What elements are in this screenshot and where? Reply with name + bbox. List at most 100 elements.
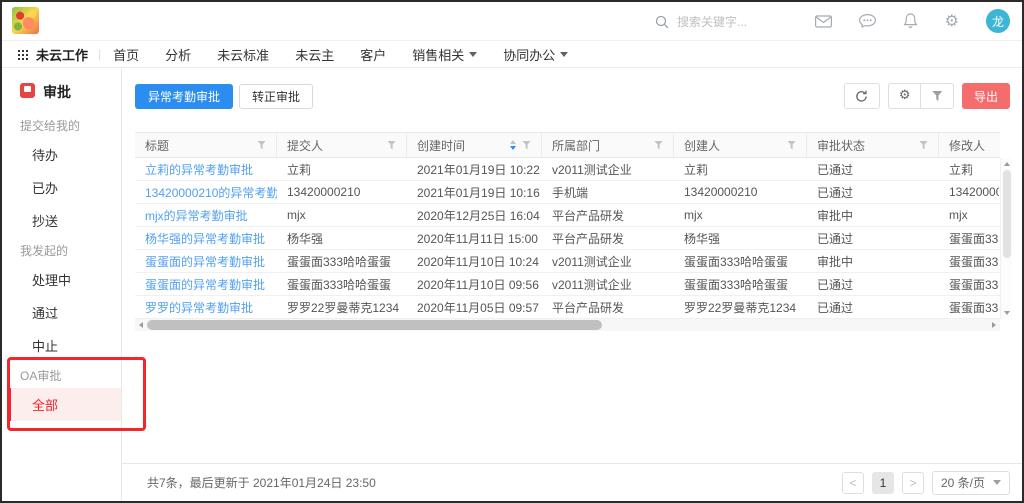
sidebar-item[interactable]: 已办 [8,171,121,204]
sidebar-item[interactable]: 通过 [8,296,121,329]
export-button[interactable]: 导出 [962,83,1010,109]
column-header-3[interactable]: 所属部门 [542,133,674,157]
table-cell: 蛋蛋面333哈哈蛋蛋 [674,250,807,272]
row-title-link[interactable]: 13420000210的异常考勤审批 [135,181,277,203]
table-row: 立莉的异常考勤审批立莉2021年01月19日 10:22v2011测试企业立莉已… [135,158,1000,181]
sidebar-item[interactable]: 处理中 [8,263,121,296]
row-title-link[interactable]: 杨华强的异常考勤审批 [135,227,277,249]
scroll-up-icon[interactable] [1001,158,1012,170]
table-cell: 杨华强 [674,227,807,249]
filter-icon[interactable] [787,141,796,150]
table-cell: 审批中 [807,250,939,272]
column-settings-icon[interactable]: ⚙ [889,84,921,108]
global-search[interactable]: 搜索关键字... [655,13,747,30]
funnel-icon [932,91,942,101]
tab-regularization[interactable]: 转正审批 [239,84,313,109]
table-cell: 蛋蛋面333哈哈 [939,250,999,272]
sidebar-item[interactable]: 待办 [8,138,121,171]
refresh-button[interactable] [844,83,880,109]
bell-icon[interactable] [903,13,918,29]
nav-item-4[interactable]: 客户 [360,45,386,64]
nav-item-3[interactable]: 未云主 [295,45,334,64]
scroll-left-icon[interactable] [135,319,147,331]
scroll-right-icon[interactable] [988,319,1000,331]
row-title-link[interactable]: 蛋蛋面的异常考勤审批 [135,273,277,295]
sidebar-item[interactable]: 抄送 [8,204,121,237]
avatar[interactable]: 龙 [986,9,1010,33]
tab-bar: 异常考勤审批 转正审批 [135,84,313,109]
row-title-link[interactable]: 罗罗的异常考勤审批 [135,296,277,318]
table-cell: 蛋蛋面333哈哈 [939,296,999,318]
app-launcher-icon[interactable] [18,50,20,52]
filter-icon[interactable] [387,141,396,150]
row-title-link[interactable]: 蛋蛋面的异常考勤审批 [135,250,277,272]
column-header-1[interactable]: 提交人 [277,133,407,157]
column-header-0[interactable]: 标题 [135,133,277,157]
tab-abnormal-attendance[interactable]: 异常考勤审批 [135,84,233,109]
row-title-link[interactable]: 立莉的异常考勤审批 [135,158,277,180]
toolbar: 异常考勤审批 转正审批 ⚙ 导出 [122,68,1022,109]
approval-icon [20,83,35,98]
filter-icon[interactable] [919,141,928,150]
chevron-down-icon [560,52,568,57]
table-cell: 蛋蛋面333哈哈 [939,273,999,295]
row-title-link[interactable]: mjx的异常考勤审批 [135,204,277,226]
nav-item-6[interactable]: 协同办公 [503,45,568,64]
nav-items: 首页 分析 未云标准 未云主 客户 销售相关 协同办公 [113,45,594,64]
mail-icon[interactable] [815,15,832,28]
filter-icon[interactable] [522,141,531,150]
nav-item-2[interactable]: 未云标准 [217,45,269,64]
table-cell: 罗罗22罗曼蒂克1234 [674,296,807,318]
filter-icon[interactable] [257,141,266,150]
vertical-scroll-thumb[interactable] [1003,170,1011,258]
sidebar-item[interactable]: 中止 [8,329,121,362]
column-header-4[interactable]: 创建人 [674,133,807,157]
horizontal-scrollbar[interactable] [135,319,1000,331]
app-logo[interactable] [12,7,39,34]
sort-icon[interactable] [510,140,516,150]
sidebar: 审批 提交给我的待办已办抄送我发起的处理中通过中止OA审批全部 [2,68,122,501]
nav-item-5[interactable]: 销售相关 [412,45,477,64]
filter-button[interactable] [920,84,953,108]
record-summary: 共7条，最后更新于 2021年01月24日 23:50 [147,474,376,491]
table-cell: 已通过 [807,227,939,249]
table-cell: 已通过 [807,296,939,318]
table-row: 罗罗的异常考勤审批罗罗22罗曼蒂克12342020年11月05日 09:57平台… [135,296,1000,319]
pagination: < 1 > 20 条/页 [842,471,1010,495]
table-cell: 已通过 [807,181,939,203]
nav-item-1[interactable]: 分析 [165,45,191,64]
search-placeholder: 搜索关键字... [677,13,747,30]
table-cell: 审批中 [807,204,939,226]
table-header-row: 标题提交人创建时间所属部门创建人审批状态修改人 [135,132,1000,158]
sidebar-item[interactable]: 全部 [8,388,121,421]
column-header-6[interactable]: 修改人 [939,133,999,157]
page-number[interactable]: 1 [872,472,894,494]
filter-icon[interactable] [654,141,663,150]
prev-page-button[interactable]: < [842,472,864,494]
chat-icon[interactable] [859,14,876,29]
gear-icon[interactable]: ⚙ [945,13,959,29]
nav-item-0[interactable]: 首页 [113,45,139,64]
toolbar-actions: ⚙ 导出 [844,83,1010,109]
vertical-scrollbar[interactable] [1000,158,1012,319]
nav-separator: | [98,47,101,61]
table-row: 蛋蛋面的异常考勤审批蛋蛋面333哈哈蛋蛋2020年11月10日 09:56v20… [135,273,1000,296]
chevron-down-icon [469,52,477,57]
scroll-down-icon[interactable] [1001,307,1012,319]
sort-asc-icon [510,140,516,144]
column-header-2[interactable]: 创建时间 [407,133,542,157]
table-cell: 立莉 [277,158,407,180]
table-cell: 已通过 [807,158,939,180]
table-cell: 2021年01月19日 10:22 [407,158,542,180]
table-cell: 平台产品研发 [542,296,674,318]
table-cell: 杨华强 [277,227,407,249]
column-header-5[interactable]: 审批状态 [807,133,939,157]
app-window: 搜索关键字... ⚙ 龙 未云工作 | 首页 分析 未云标准 未云主 客户 销售相关 协同办… [0,0,1024,503]
horizontal-scroll-thumb[interactable] [147,320,602,330]
page-size-select[interactable]: 20 条/页 [932,471,1010,495]
table-cell: 2020年11月10日 10:24 [407,250,542,272]
workspace-title[interactable]: 未云工作 [36,45,88,64]
table-row: mjx的异常考勤审批mjx2020年12月25日 16:04平台产品研发mjx审… [135,204,1000,227]
table-cell: 立莉 [674,158,807,180]
next-page-button[interactable]: > [902,472,924,494]
